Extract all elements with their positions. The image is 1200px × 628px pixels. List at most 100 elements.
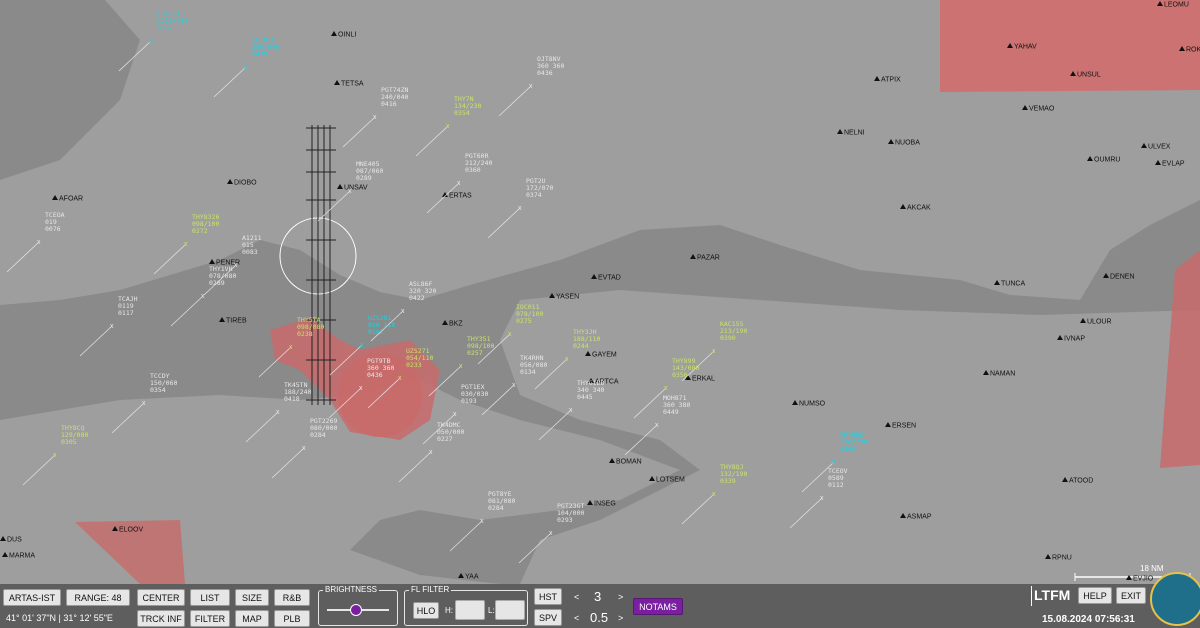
track-label-line: 0117 — [118, 309, 134, 317]
track-symbol: x — [820, 495, 824, 502]
track-symbol: x — [401, 308, 405, 315]
waypoint-label: LEOMU — [1164, 2, 1189, 9]
waypoint-label: YAHAV — [1014, 44, 1037, 51]
restricted-zone-ne — [940, 0, 1200, 92]
track-label-line: 0436 — [537, 69, 553, 77]
waypoint-label: INSEG — [594, 501, 616, 508]
track-symbol: x — [480, 518, 484, 525]
airport-code: LTFM — [1034, 587, 1071, 603]
brightness-label: BRIGHTNESS — [323, 585, 380, 594]
waypoint-label: GAYEM — [592, 352, 617, 359]
track-symbol: x — [459, 363, 463, 370]
map-button[interactable]: MAP — [235, 610, 269, 627]
track-symbol: x — [373, 114, 377, 121]
track-symbol: x — [289, 344, 293, 351]
waypoint-label: ULVEX — [1148, 144, 1171, 151]
track-symbol: x — [712, 491, 716, 498]
waypoint-label: PAZAR — [697, 255, 720, 262]
fl-filter-panel: FL FILTER HLO H: L: — [404, 585, 528, 626]
spv-prev-button[interactable]: < — [574, 613, 579, 623]
track-symbol: x — [565, 356, 569, 363]
track-label-line: 0083 — [242, 248, 258, 256]
dhmi-logo — [1150, 572, 1200, 626]
track-label-line: 0272 — [192, 227, 208, 235]
exit-button[interactable]: EXIT — [1116, 587, 1146, 604]
hst-next-button[interactable]: > — [618, 592, 623, 602]
waypoint-label: AFOAR — [59, 196, 83, 203]
track-label-line: 0354 — [454, 109, 470, 117]
brightness-slider-handle[interactable] — [349, 604, 362, 616]
airport-divider — [1031, 586, 1032, 606]
waypoint-label: OINLI — [338, 32, 356, 39]
waypoint-label: ATOOD — [1069, 478, 1093, 485]
notams-button[interactable]: NOTAMS — [633, 598, 683, 615]
track-symbol: x — [348, 188, 352, 195]
fl-filter-label: FL FILTER — [409, 585, 452, 594]
waypoint-label: OUMRU — [1094, 157, 1120, 164]
bottom-toolbar: ARTAS-IST RANGE: 48 41° 01' 37"N | 31° 1… — [0, 584, 1200, 628]
spv-value: 0.5 — [590, 610, 609, 625]
track-label-line: 0233 — [406, 361, 422, 369]
track-symbol: x — [359, 385, 363, 392]
plb-button[interactable]: PLB — [274, 610, 310, 627]
fl-low-input[interactable] — [495, 600, 525, 620]
track-symbol: x — [832, 459, 836, 466]
track-label-line: 0112 — [828, 481, 844, 489]
track-label-line: 0387 — [157, 24, 173, 32]
track-symbol: x — [508, 331, 512, 338]
waypoint-label: TETSA — [341, 81, 364, 88]
waypoint-label: LOTSEM — [656, 477, 685, 484]
track-label-line: 0238 — [297, 330, 313, 338]
waypoint-label: NUMSO — [799, 401, 826, 408]
hst-button[interactable]: HST — [534, 588, 562, 605]
track-label-line: 0305 — [61, 438, 77, 446]
waypoint-label: AKCAK — [907, 205, 931, 212]
track-label-line: 0284 — [488, 504, 504, 512]
track-label-line: 0284 — [310, 431, 326, 439]
hlo-button[interactable]: HLO — [413, 602, 439, 619]
track-label-line: 0445 — [577, 393, 593, 401]
range-button[interactable]: RANGE: 48 — [66, 589, 130, 606]
filter-button[interactable]: FILTER — [190, 610, 230, 627]
waypoint-label: ROKV — [1186, 47, 1200, 54]
track-label-line: 0374 — [526, 191, 542, 199]
radar-map[interactable]: 18 NM OINLITETSAUNSAVERTASDIOBOAFOARPENE… — [0, 0, 1200, 584]
track-label-line: 0354 — [150, 386, 166, 394]
track-symbol: x — [184, 241, 188, 248]
fl-high-input[interactable] — [455, 600, 485, 620]
size-button[interactable]: SIZE — [235, 589, 269, 606]
track-symbol: x — [110, 323, 114, 330]
waypoint-label: DIOBO — [234, 180, 257, 187]
waypoint-label: UNSUL — [1077, 72, 1101, 79]
track-symbol: x — [53, 452, 57, 459]
waypoint-label: NAMAN — [990, 371, 1015, 378]
track-symbol: x — [518, 205, 522, 212]
track-symbol: x — [712, 348, 716, 355]
track-label-line: 0356 — [672, 371, 688, 379]
l-label: L: — [488, 606, 495, 615]
track-label-line: 0390 — [720, 334, 736, 342]
track-label-line: 0293 — [557, 516, 573, 524]
track-label-line: 0439 — [252, 50, 268, 58]
spv-next-button[interactable]: > — [618, 613, 623, 623]
scale-label: 18 NM — [1140, 564, 1164, 573]
spv-button[interactable]: SPV — [534, 609, 562, 626]
waypoint-label: NELNI — [844, 130, 865, 137]
waypoint-label: BKZ — [449, 321, 463, 328]
waypoint-label: ATPIX — [881, 77, 901, 84]
center-button[interactable]: CENTER — [137, 589, 185, 606]
track-label-line: 0360 — [465, 166, 481, 174]
track-label-line: 0339 — [720, 477, 736, 485]
track-label-line: 0134 — [520, 368, 536, 376]
waypoint-label: DUS — [7, 537, 22, 544]
rb-button[interactable]: R&B — [274, 589, 310, 606]
list-button[interactable]: LIST — [190, 589, 230, 606]
hst-prev-button[interactable]: < — [574, 592, 579, 602]
trck-inf-button[interactable]: TRCK INF — [137, 610, 185, 627]
sector-button[interactable]: ARTAS-IST — [3, 589, 61, 606]
track-label-line: 0449 — [663, 408, 679, 416]
help-button[interactable]: HELP — [1078, 587, 1112, 604]
waypoint-label: ULOUR — [1087, 319, 1112, 326]
track-label-line: 0275 — [516, 317, 532, 325]
waypoint-label: ERKAL — [692, 376, 715, 383]
